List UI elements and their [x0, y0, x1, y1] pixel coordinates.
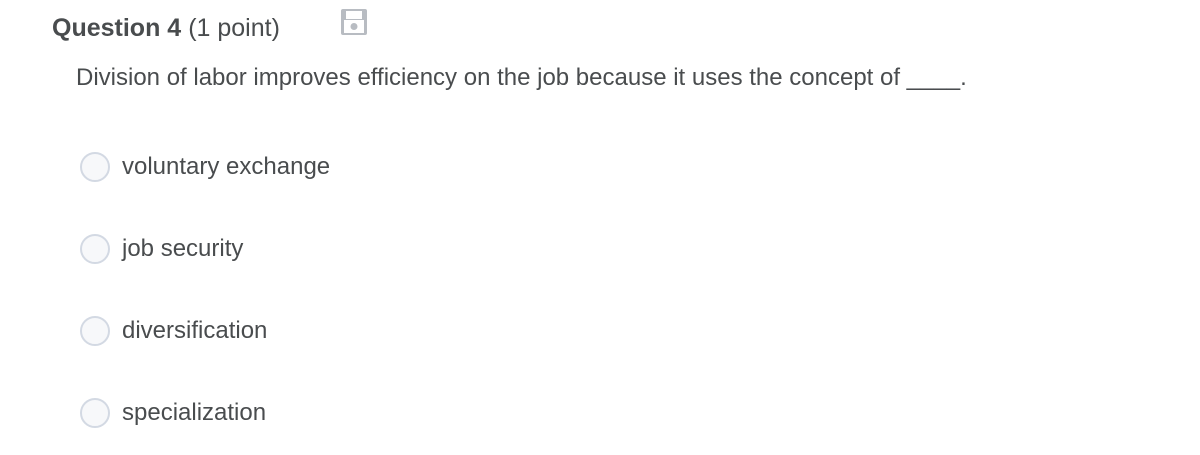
floppy-disk-icon-svg — [341, 9, 367, 35]
radio-button[interactable] — [80, 316, 110, 346]
option-label: voluntary exchange — [122, 153, 331, 180]
option-job-security[interactable]: job security — [80, 230, 330, 268]
radio-button[interactable] — [80, 152, 110, 182]
option-specialization[interactable]: specialization — [80, 394, 330, 432]
question-title: Question 4 — [52, 13, 182, 42]
radio-button[interactable] — [80, 234, 110, 264]
question-header: Question 4 (1 point) — [52, 10, 280, 46]
question-points: (1 point) — [188, 13, 280, 42]
option-voluntary-exchange[interactable]: voluntary exchange — [80, 148, 330, 186]
answer-options: voluntary exchange job security diversif… — [80, 148, 330, 432]
radio-button[interactable] — [80, 398, 110, 428]
option-label: job security — [122, 235, 244, 262]
question-text: Division of labor improves efficiency on… — [76, 64, 967, 91]
floppy-disk-icon[interactable] — [340, 8, 368, 36]
option-diversification[interactable]: diversification — [80, 312, 330, 350]
option-label: specialization — [122, 399, 267, 426]
option-label: diversification — [122, 317, 268, 344]
